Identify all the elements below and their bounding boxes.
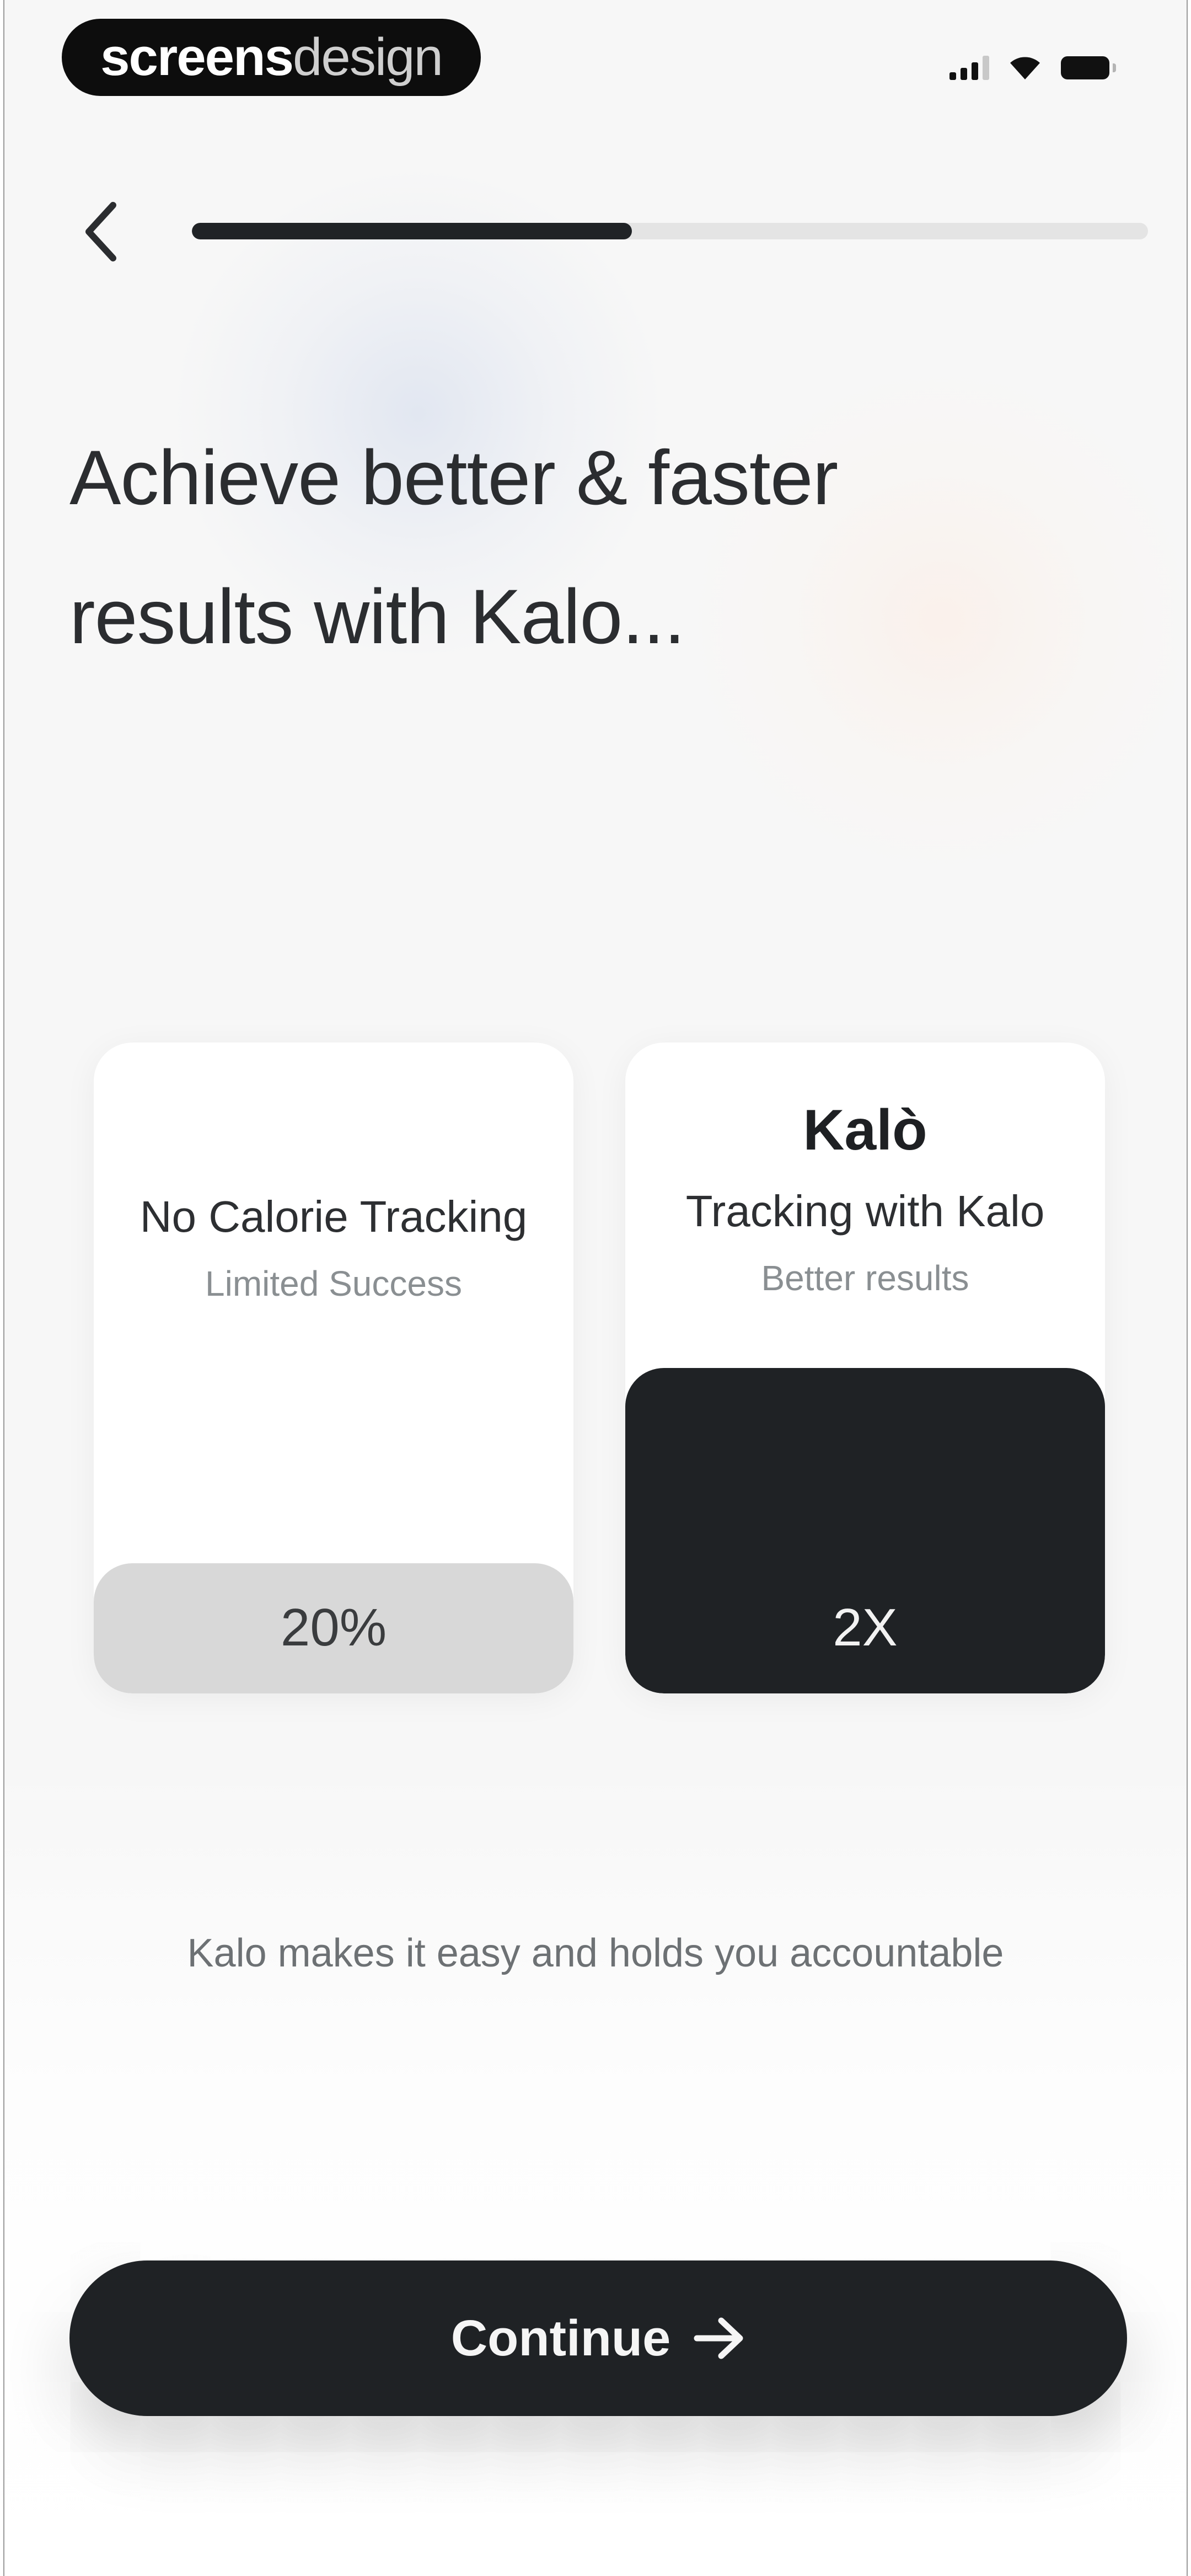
wifi-icon	[1010, 57, 1040, 79]
comparison-card-without-app: No Calorie Tracking Limited Success 20%	[94, 1043, 573, 1693]
app-screen: screens design Achieve better & faster re…	[3, 0, 1188, 2576]
back-button[interactable]	[71, 193, 131, 270]
caption-text: Kalo makes it easy and holds you account…	[187, 1931, 1004, 1975]
result-value-label: 20%	[280, 1598, 387, 1657]
card-title: No Calorie Tracking	[140, 1192, 528, 1241]
result-bar-without-app: 20%	[94, 1563, 573, 1693]
continue-button[interactable]: Continue	[69, 2260, 1127, 2416]
comparison-card-with-app: Kalò Tracking with Kalo Better results 2…	[625, 1043, 1105, 1693]
card-subtitle: Better results	[761, 1258, 969, 1298]
result-bar-with-app: 2X	[625, 1368, 1105, 1693]
card-title: Tracking with Kalo	[685, 1187, 1045, 1236]
watermark-text-light: design	[293, 28, 443, 87]
watermark-badge: screens design	[62, 19, 481, 96]
signal-icon	[949, 56, 989, 80]
brand-logo: Kalò	[803, 1098, 927, 1162]
continue-button-label: Continue	[450, 2310, 671, 2366]
background-fade	[4, 1765, 1187, 2576]
watermark-text-bold: screens	[100, 28, 294, 87]
result-value-label: 2X	[833, 1598, 898, 1657]
card-subtitle: Limited Success	[205, 1264, 462, 1303]
arrow-right-icon	[694, 2317, 743, 2359]
page-title: Achieve better & faster results with Kal…	[69, 434, 838, 660]
status-bar-icons	[949, 49, 1116, 87]
onboarding-progress-bar	[192, 223, 1148, 239]
onboarding-progress-fill	[192, 223, 632, 239]
chevron-left-icon	[85, 202, 116, 261]
battery-icon	[1061, 56, 1116, 79]
